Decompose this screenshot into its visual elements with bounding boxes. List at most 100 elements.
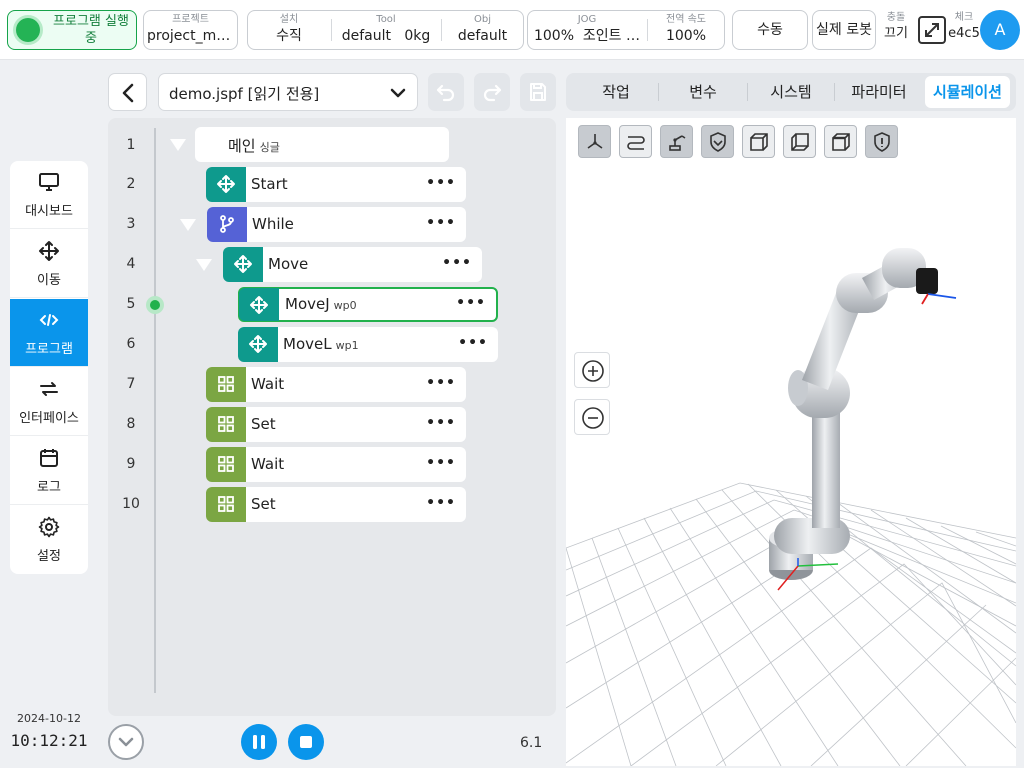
collapse-panel-button[interactable] [108,724,144,760]
cube-icon [791,133,809,151]
grid-icon [218,416,234,432]
more-options-icon[interactable]: ••• [426,415,456,431]
tree-node-movel[interactable]: MoveL wp1 ••• [238,327,498,362]
more-options-icon[interactable]: ••• [458,335,488,351]
collapse-caret-icon[interactable] [170,139,186,151]
more-options-icon[interactable]: ••• [426,455,456,471]
cube-icon [832,133,850,151]
shield-icon [710,132,726,152]
project-selector[interactable]: 프로젝트 project_mo… [143,10,238,50]
grid-icon [218,496,234,512]
program-file-select[interactable]: demo.jspf [읽기 전용] [158,73,418,111]
collision-toggle[interactable]: 충돌 끄기 [880,12,912,44]
more-options-icon[interactable]: ••• [426,215,456,231]
sidebar-item-log[interactable]: 로그 [10,437,88,505]
view-cube-side-button[interactable] [783,125,816,158]
robot-3d-view [565,248,1017,767]
view-safety-button[interactable] [701,125,734,158]
line-number: 4 [126,256,136,272]
jog-cell[interactable]: JOG 100% 조인트 … [528,11,646,49]
pause-button[interactable] [241,724,277,760]
tree-node-wait[interactable]: Wait ••• [206,447,466,482]
node-label: While [252,215,294,233]
save-button[interactable] [520,73,556,111]
tree-node-movej[interactable]: MoveJ wp0 ••• [238,287,498,322]
check-indicator[interactable]: 체크 e4c5 [947,12,981,44]
chevron-down-circle-icon [118,737,134,747]
tree-node-wait[interactable]: Wait ••• [206,367,466,402]
obj-value: default [457,28,508,44]
collapse-caret-icon[interactable] [180,219,196,231]
view-cube-top-button[interactable] [824,125,857,158]
sidebar-item-settings[interactable]: 설정 [10,506,88,574]
sidebar-item-interface[interactable]: 인터페이스 [10,368,88,436]
move-icon [217,175,235,193]
grid-icon [218,456,234,472]
tree-node-move[interactable]: Move ••• [223,247,482,282]
undo-icon [436,84,455,102]
expand-icon[interactable] [918,16,946,44]
jog-speed-group[interactable]: JOG 100% 조인트 … 전역 속도 100% [527,10,725,50]
tree-node-main[interactable]: 메인 싱글 [195,127,449,162]
avatar[interactable]: A [980,10,1020,50]
sidebar-item-program[interactable]: 프로그램 [10,299,88,367]
more-options-icon[interactable]: ••• [442,255,472,271]
project-value: project_mo… [147,28,237,44]
simulation-viewport[interactable] [565,118,1017,767]
more-options-icon[interactable]: ••• [426,175,456,191]
sidebar-item-label: 이동 [37,273,61,288]
view-cube-front-button[interactable] [742,125,775,158]
sidebar-item-move[interactable]: 이동 [10,230,88,298]
node-label: 메인 [228,137,256,155]
install-cell[interactable]: 설치 수직 [248,11,330,49]
chevron-down-icon [390,88,406,98]
view-iso-button[interactable] [578,125,611,158]
global-speed-cell[interactable]: 전역 속도 100% [648,11,724,49]
tool-cell[interactable]: Tool default 0kg [332,11,440,49]
current-date: 2024-10-12 [17,712,81,725]
tab-variables[interactable]: 변수 [659,76,747,108]
real-robot-button[interactable]: 실제 로봇 [812,10,876,50]
tab-system[interactable]: 시스템 [748,76,834,108]
view-alert-button[interactable] [865,125,898,158]
node-sub-label: wp0 [333,299,357,312]
tab-simulation[interactable]: 시뮬레이션 [925,76,1010,108]
zoom-in-button[interactable] [574,352,610,388]
obj-cell[interactable]: Obj default [442,11,523,49]
sidebar-item-label: 대시보드 [25,204,73,219]
view-path-button[interactable] [619,125,652,158]
jog-label: JOG [577,14,597,25]
sidebar-item-dashboard[interactable]: 대시보드 [10,161,88,229]
more-options-icon[interactable]: ••• [426,375,456,391]
line-number: 1 [126,137,136,153]
install-label: 설치 [279,14,299,25]
tree-node-start[interactable]: Start ••• [206,167,466,202]
more-options-icon[interactable]: ••• [426,495,456,511]
tree-node-while[interactable]: While ••• [207,207,466,242]
manual-mode-button[interactable]: 수동 [732,10,808,50]
tab-parameters[interactable]: 파라미터 [835,76,923,108]
undo-button[interactable] [428,73,464,111]
more-options-icon[interactable]: ••• [456,295,486,311]
install-tool-obj-group[interactable]: 설치 수직 Tool default 0kg Obj default [247,10,524,50]
right-panel-tabs: 작업 변수 시스템 파라미터 시뮬레이션 [566,73,1016,111]
redo-icon [483,84,502,102]
plus-circle-icon [582,360,604,382]
tree-node-set[interactable]: Set ••• [206,407,466,442]
redo-button[interactable] [474,73,510,111]
top-status-bar: 프로그램 실행 중 프로젝트 project_mo… 설치 수직 Tool de… [0,0,1024,60]
move-icon [39,241,59,261]
collapse-caret-icon[interactable] [196,259,212,271]
running-indicator-icon [16,18,40,42]
tab-task[interactable]: 작업 [574,76,658,108]
zoom-out-button[interactable] [574,399,610,435]
view-robot-button[interactable] [660,125,693,158]
collision-value: 끄기 [884,26,908,41]
calendar-icon [40,449,58,467]
robot-arm [769,248,957,591]
swap-icon [40,382,58,396]
stop-button[interactable] [288,724,324,760]
back-button[interactable] [108,73,147,111]
tree-node-set[interactable]: Set ••• [206,487,466,522]
program-run-status[interactable]: 프로그램 실행 중 [7,10,137,50]
